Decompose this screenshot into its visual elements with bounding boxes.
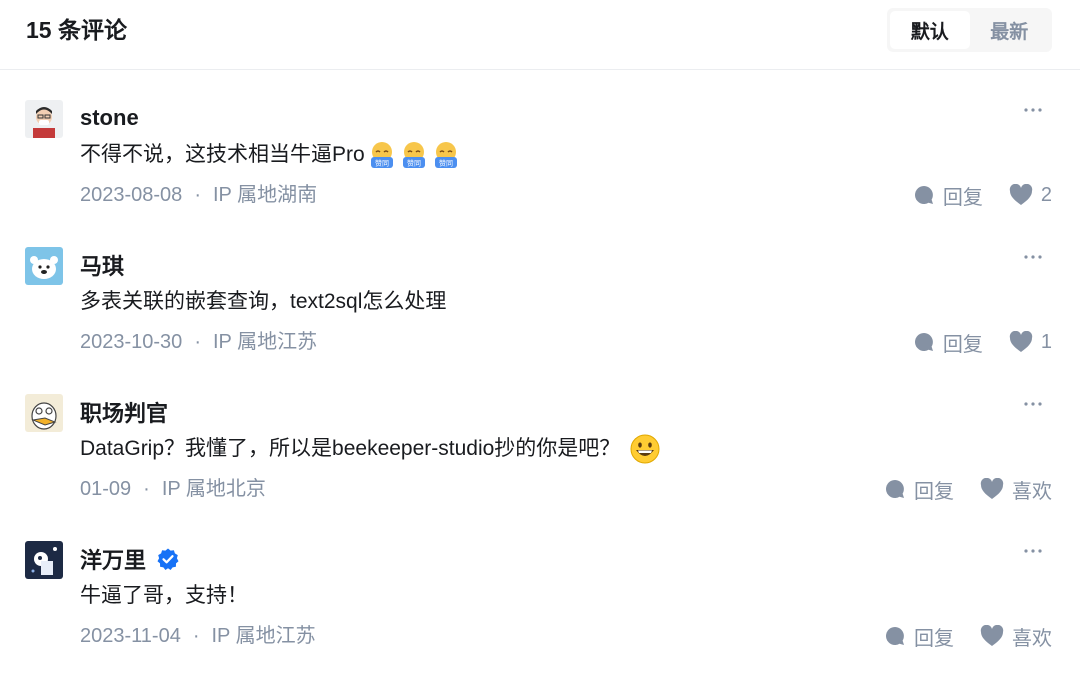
sort-latest-tab[interactable]: 最新: [970, 11, 1050, 49]
name-row: stone: [80, 102, 139, 134]
agree-sticker-icon: 赞同: [434, 142, 457, 168]
like-button[interactable]: 2: [1009, 184, 1052, 207]
comment-date: 2023-08-08: [80, 184, 183, 206]
reply-button[interactable]: 回复: [913, 328, 983, 357]
ip-location: IP 属地湖南: [212, 184, 318, 206]
comment-bubble-icon: [886, 627, 904, 645]
comment-item: stone 不得不说，这技术相当牛逼Pro 赞同 赞同 赞同 2023-08-0…: [0, 100, 1080, 240]
comment-actions: 回复 喜欢: [884, 474, 1052, 504]
comment-meta: 2023-08-08 · IP 属地湖南: [80, 180, 317, 210]
comment-body: DataGrip？我懂了，所以是beekeeper-studio抄的你是吧？: [80, 437, 621, 460]
comment-body: 不得不说，这技术相当牛逼Pro: [80, 143, 365, 166]
more-horizontal-icon[interactable]: [1019, 247, 1047, 267]
author-name[interactable]: 马琪: [80, 249, 124, 281]
like-button[interactable]: 喜欢: [980, 622, 1052, 651]
heart-icon: [980, 625, 1004, 646]
like-count: 2: [1040, 183, 1052, 206]
comment-count-title: 15 条评论: [26, 17, 127, 43]
comment-item: 洋万里 牛逼了哥，支持！ 2023-11-04 · IP 属地江苏 回复 喜欢: [0, 541, 1080, 681]
comment-text: 牛逼了哥，支持！: [80, 581, 248, 611]
comment-bubble-icon: [914, 333, 933, 351]
comment-actions: 回复 2: [913, 180, 1052, 210]
sticker-label: 赞同: [407, 159, 421, 168]
avatar[interactable]: [25, 394, 63, 432]
avatar[interactable]: [25, 541, 63, 579]
comment-bubble-icon: [886, 480, 904, 498]
meta-separator: ·: [194, 331, 201, 353]
heart-icon: [1009, 331, 1033, 352]
comment-date: 2023-10-30: [80, 331, 183, 353]
reply-label: 回复: [914, 627, 954, 650]
comment-item: 马琪 多表关联的嵌套查询，text2sql怎么处理 2023-10-30 · I…: [0, 247, 1080, 387]
comment-date: 2023-11-04: [80, 625, 181, 647]
like-count: 1: [1040, 330, 1052, 353]
comments-header: 15 条评论 默认 最新: [0, 0, 1080, 70]
like-button[interactable]: 1: [1009, 331, 1052, 354]
agree-sticker-icon: 赞同: [370, 142, 393, 168]
ip-location: IP 属地江苏: [211, 625, 316, 647]
meta-separator: ·: [194, 184, 201, 206]
name-row: 职场判官: [80, 396, 168, 428]
reply-button[interactable]: 回复: [913, 181, 983, 210]
like-button[interactable]: 喜欢: [980, 475, 1052, 504]
comment-bubble-icon: [914, 186, 933, 204]
comment-body: 牛逼了哥，支持！: [80, 584, 248, 607]
like-label: 喜欢: [1012, 627, 1052, 650]
comment-text: 多表关联的嵌套查询，text2sql怎么处理: [80, 287, 446, 317]
more-horizontal-icon[interactable]: [1019, 100, 1047, 120]
comment-actions: 回复 1: [913, 327, 1052, 357]
comment-actions: 回复 喜欢: [884, 621, 1052, 651]
reply-button[interactable]: 回复: [884, 622, 954, 651]
name-row: 洋万里: [80, 543, 180, 575]
reply-label: 回复: [914, 480, 954, 503]
comment-body: 多表关联的嵌套查询，text2sql怎么处理: [80, 290, 447, 313]
avatar[interactable]: [25, 247, 63, 285]
ip-location: IP 属地江苏: [212, 331, 318, 353]
heart-icon: [980, 478, 1004, 499]
ip-location: IP 属地北京: [161, 478, 266, 500]
comment-date: 01-09: [80, 478, 132, 500]
reply-label: 回复: [942, 333, 983, 356]
author-name[interactable]: 洋万里: [80, 543, 146, 575]
author-name[interactable]: stone: [80, 105, 139, 131]
sticker-label: 赞同: [439, 159, 453, 168]
verified-badge-icon: [157, 548, 179, 570]
author-name[interactable]: 职场判官: [80, 396, 168, 428]
more-horizontal-icon[interactable]: [1019, 541, 1047, 561]
sticker-label: 赞同: [375, 159, 389, 168]
comment-text: DataGrip？我懂了，所以是beekeeper-studio抄的你是吧？: [80, 434, 660, 464]
meta-separator: ·: [192, 625, 200, 647]
name-row: 马琪: [80, 249, 124, 281]
comment-meta: 2023-10-30 · IP 属地江苏: [80, 327, 317, 357]
comment-meta: 2023-11-04 · IP 属地江苏: [80, 621, 316, 651]
agree-sticker-icon: 赞同: [402, 142, 425, 168]
reply-label: 回复: [942, 186, 983, 209]
meta-separator: ·: [143, 478, 150, 500]
sort-toggle: 默认 最新: [887, 8, 1052, 52]
reply-button[interactable]: 回复: [884, 475, 954, 504]
more-horizontal-icon[interactable]: [1019, 394, 1047, 414]
comment-meta: 01-09 · IP 属地北京: [80, 474, 266, 504]
heart-icon: [1009, 184, 1033, 205]
avatar[interactable]: [25, 100, 63, 138]
like-label: 喜欢: [1012, 480, 1052, 503]
comment-text: 不得不说，这技术相当牛逼Pro 赞同 赞同 赞同: [80, 140, 461, 170]
sort-default-tab[interactable]: 默认: [890, 11, 970, 49]
grinning-face-emoji: [630, 434, 660, 464]
comment-item: 职场判官 DataGrip？我懂了，所以是beekeeper-studio抄的你…: [0, 394, 1080, 534]
